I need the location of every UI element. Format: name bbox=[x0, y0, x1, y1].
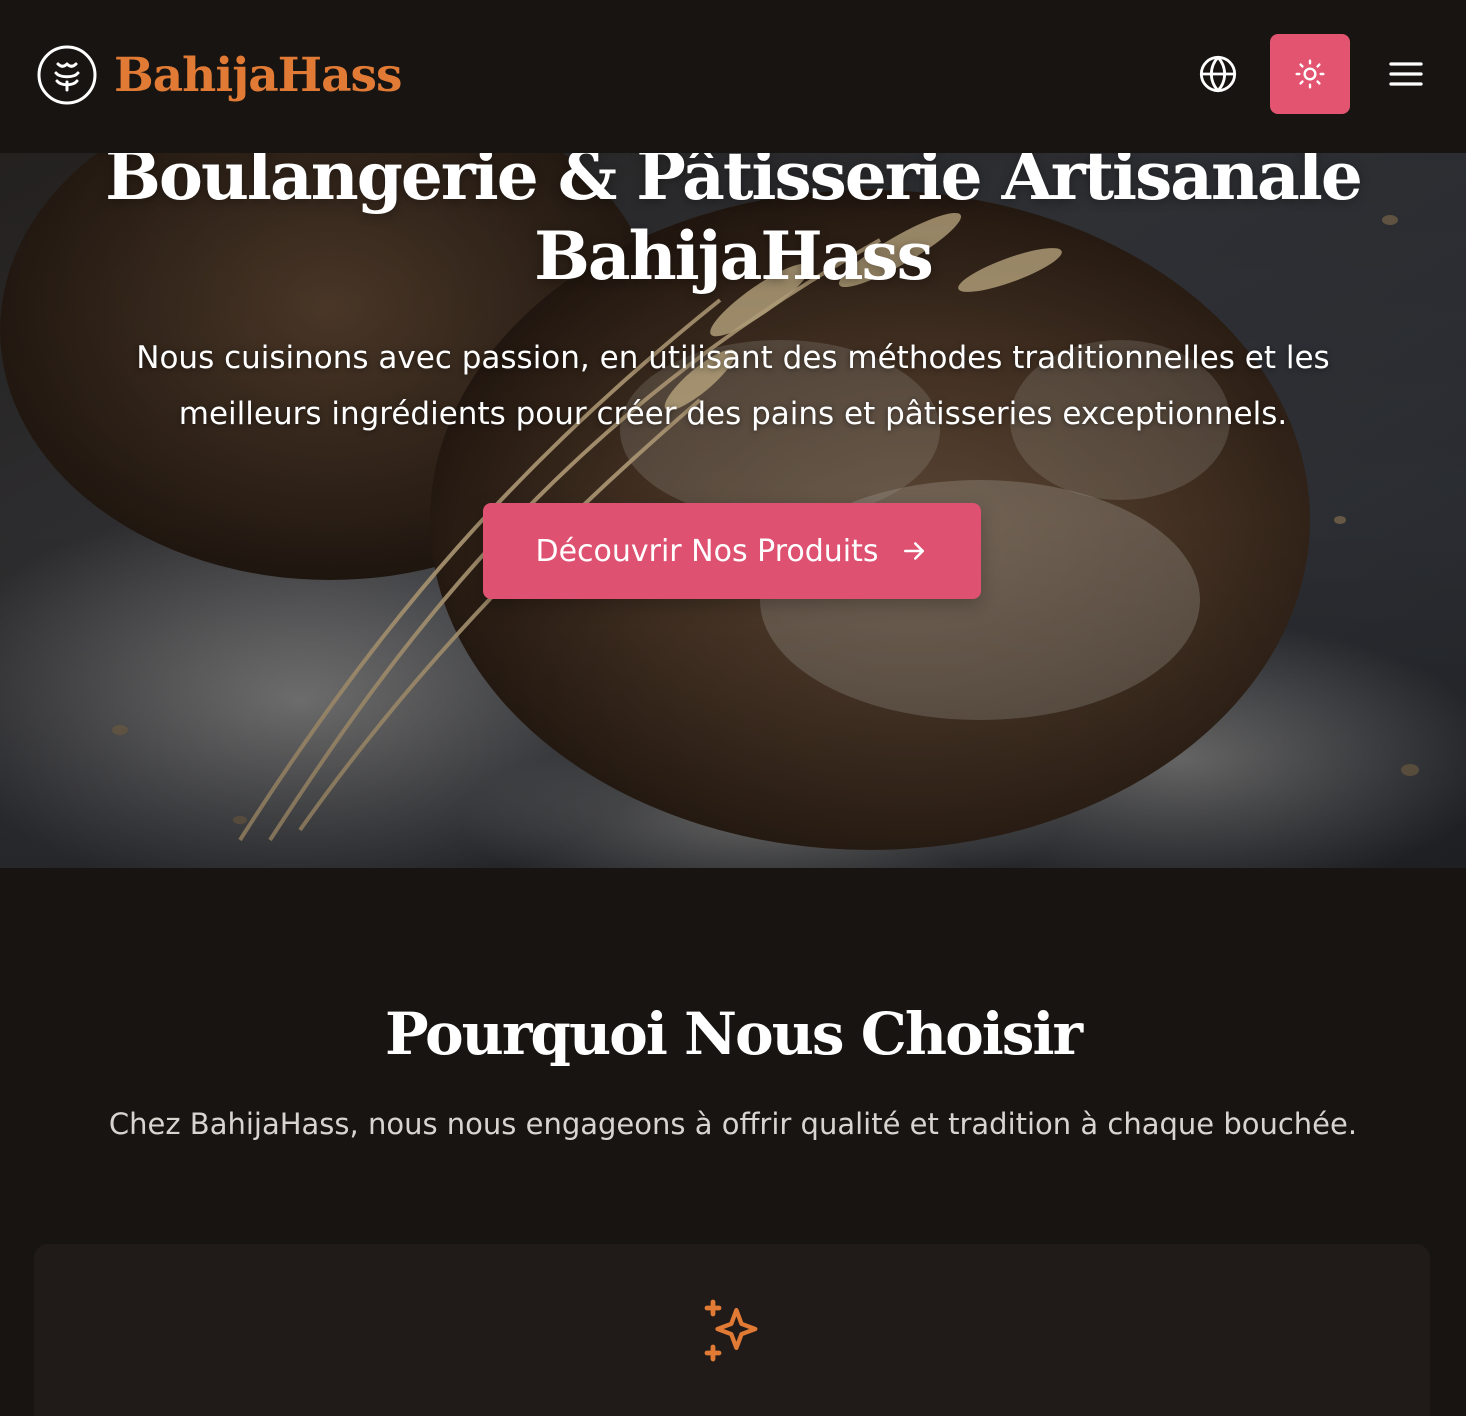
theme-toggle-button[interactable] bbox=[1270, 34, 1350, 114]
brand-logo-link[interactable]: BahijaHass bbox=[36, 44, 402, 106]
page: Boulangerie & Pâtisserie Artisanale Bahi… bbox=[0, 0, 1466, 1416]
wheat-smile-logo-icon bbox=[37, 45, 97, 105]
feature-card bbox=[34, 1244, 1430, 1416]
arrow-right-icon bbox=[903, 542, 924, 560]
why-subtitle: Chez BahijaHass, nous nous engageons à o… bbox=[108, 1107, 1358, 1141]
hamburger-menu-icon bbox=[1389, 62, 1423, 86]
hero-subtitle: Nous cuisinons avec passion, en utilisan… bbox=[136, 340, 1330, 432]
why-title: Pourquoi Nous Choisir bbox=[384, 1000, 1083, 1068]
sun-icon bbox=[1295, 59, 1325, 89]
discover-products-button[interactable]: Découvrir Nos Produits bbox=[483, 503, 981, 599]
language-button[interactable] bbox=[1196, 52, 1240, 96]
menu-button[interactable] bbox=[1384, 52, 1428, 96]
hero-title: Boulangerie & Pâtisserie Artisanale Bahi… bbox=[0, 136, 1466, 296]
sparkles-icon bbox=[704, 1299, 758, 1362]
globe-icon bbox=[1199, 55, 1237, 93]
brand-name: BahijaHass bbox=[114, 47, 402, 103]
hero-title-line2: BahijaHass bbox=[534, 217, 934, 295]
discover-products-label: Découvrir Nos Produits bbox=[535, 533, 879, 569]
site-header: BahijaHass bbox=[0, 0, 1466, 153]
